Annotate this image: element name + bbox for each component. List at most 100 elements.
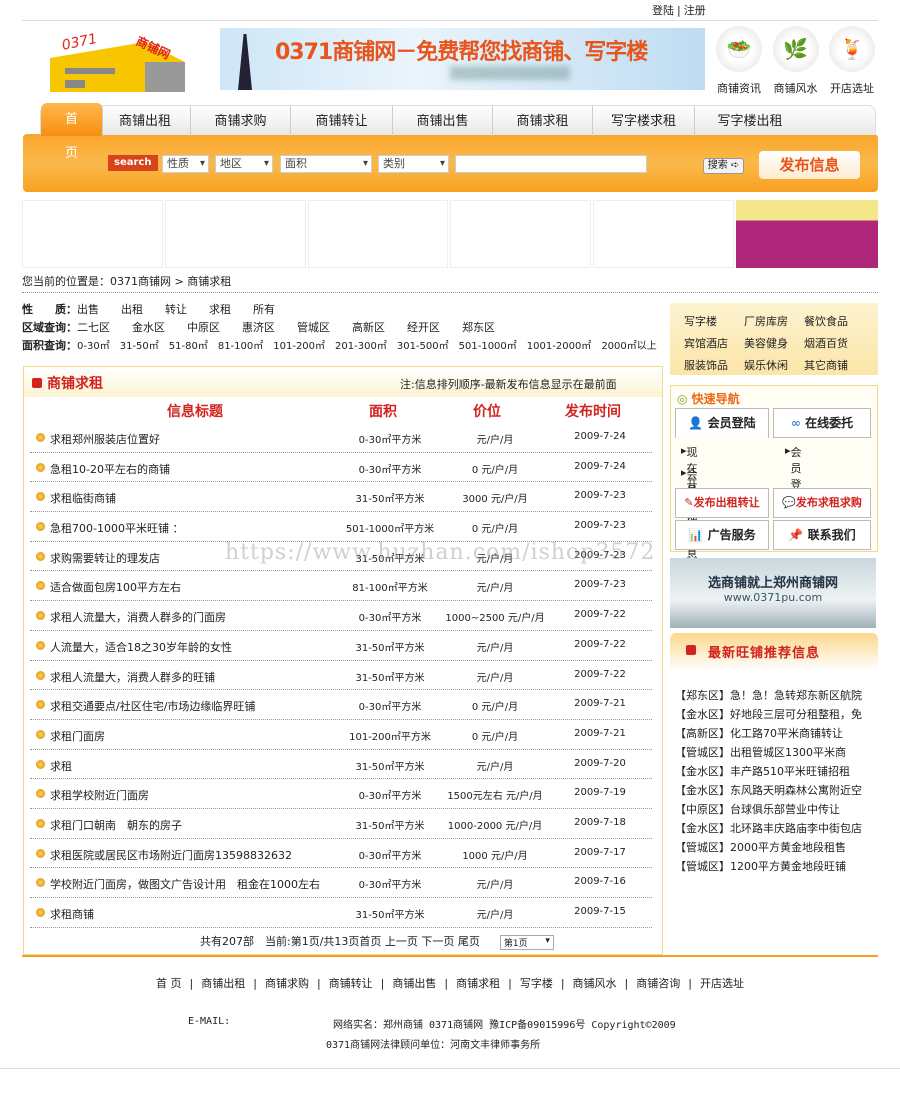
logo[interactable]: 0371 商铺网 [45, 28, 192, 92]
member-manage-link[interactable]: ▸ 会员管理信息 [681, 466, 698, 561]
ad-slot[interactable] [307, 200, 449, 268]
search-button[interactable]: 搜索 ➪ [703, 158, 744, 174]
filter-option[interactable]: 201-300㎡ [335, 341, 387, 352]
login-link[interactable]: 登陆 [652, 4, 674, 17]
row-title[interactable]: 求租学校附近门面房 [50, 787, 149, 803]
publish-seek-button[interactable]: 💬发布求租求购 [773, 488, 871, 518]
category-link[interactable]: 餐饮食品 [804, 313, 864, 331]
recommend-item[interactable]: 【管城区】1200平方黄金地段旺铺 [675, 857, 875, 876]
nav-office-rent[interactable]: 写字楼出租 [695, 106, 805, 136]
footer-link[interactable]: 商铺求租 [456, 977, 500, 990]
breadcrumb-current[interactable]: 商铺求租 [187, 275, 231, 288]
row-title[interactable]: 求租交通要点/社区住宅/市场边缘临界旺铺 [50, 698, 255, 714]
category-select[interactable]: 类别 [378, 155, 449, 173]
filter-option[interactable]: 高新区 [352, 321, 385, 334]
footer-link[interactable]: 商铺咨询 [636, 977, 680, 990]
category-link[interactable]: 服装饰品 [684, 357, 744, 375]
filter-option[interactable]: 经开区 [407, 321, 440, 334]
row-title[interactable]: 求租商铺 [50, 906, 94, 922]
row-title[interactable]: 急租10-20平左右的商铺 [50, 461, 170, 477]
filter-option[interactable]: 郑东区 [462, 321, 495, 334]
quick-icon-fengshui[interactable]: 🌿 商铺风水 [770, 26, 822, 96]
recommend-item[interactable]: 【高新区】化工路70平米商铺转让 [675, 724, 875, 743]
recommend-item[interactable]: 【管城区】2000平方黄金地段租售 [675, 838, 875, 857]
footer-link[interactable]: 首 页 [156, 977, 182, 990]
footer-link[interactable]: 写字楼 [520, 977, 553, 990]
category-link[interactable]: 宾馆酒店 [684, 335, 744, 353]
category-link[interactable]: 娱乐休闲 [744, 357, 804, 375]
pager-first[interactable]: 首页 [359, 935, 381, 948]
keyword-input[interactable] [455, 155, 647, 173]
nature-select[interactable]: 性质 [162, 155, 209, 173]
nav-office-seek[interactable]: 写字楼求租 [593, 106, 695, 136]
side-banner[interactable]: 选商铺就上郑州商铺网 www.0371pu.com [670, 558, 876, 628]
pager-last[interactable]: 尾页 [458, 935, 480, 948]
nav-home[interactable]: 首 页 [41, 103, 103, 161]
footer-link[interactable]: 商铺风水 [573, 977, 617, 990]
page-select[interactable]: 第1页 ▾ [499, 934, 554, 950]
breadcrumb-home[interactable]: 0371商铺网 [110, 275, 171, 288]
filter-option[interactable]: 惠济区 [242, 321, 275, 334]
recommend-item[interactable]: 【金水区】北环路丰庆路庙李中街包店 [675, 819, 875, 838]
row-title[interactable]: 学校附近门面房，做图文广告设计用 租金在1000左右 [50, 876, 320, 892]
ad-slot[interactable] [164, 200, 306, 268]
footer-link[interactable]: 商铺求购 [265, 977, 309, 990]
filter-option[interactable]: 81-100㎡ [218, 341, 263, 352]
category-link[interactable]: 写字楼 [684, 313, 744, 331]
online-entrust-tab[interactable]: ∞ 在线委托 [773, 408, 871, 438]
recommend-item[interactable]: 【中原区】台球俱乐部营业中传让 [675, 800, 875, 819]
footer-link[interactable]: 商铺出租 [201, 977, 245, 990]
row-title[interactable]: 求租郑州服装店位置好 [50, 431, 160, 447]
filter-option[interactable]: 金水区 [132, 321, 165, 334]
row-title[interactable]: 求租门口朝南 朝东的房子 [50, 817, 182, 833]
ad-image[interactable] [735, 200, 878, 268]
filter-option[interactable]: 出租 [121, 303, 143, 316]
filter-option[interactable]: 所有 [253, 303, 275, 316]
ad-slot[interactable] [22, 200, 163, 268]
quick-icon-location[interactable]: 🍹 开店选址 [826, 26, 878, 96]
filter-option[interactable]: 51-80㎡ [169, 341, 208, 352]
contact-button[interactable]: 📌 联系我们 [773, 520, 871, 550]
filter-option[interactable]: 转让 [165, 303, 187, 316]
row-title[interactable]: 求租人流量大，消费人群多的门面房 [50, 609, 226, 625]
region-select[interactable]: 地区 [215, 155, 273, 173]
row-title[interactable]: 适合做面包房100平方左右 [50, 579, 181, 595]
ad-slot[interactable] [593, 200, 734, 268]
row-title[interactable]: 急租700-1000平米旺铺 ： [50, 520, 183, 536]
recommend-item[interactable]: 【金水区】好地段三层可分租整租，免 [675, 705, 875, 724]
row-title[interactable]: 求租人流量大，消费人群多的旺铺 [50, 669, 215, 685]
row-title[interactable]: 求租临街商铺 [50, 490, 116, 506]
pager-prev[interactable]: 上一页 [385, 935, 418, 948]
filter-option[interactable]: 301-500㎡ [397, 341, 449, 352]
ad-slot[interactable] [450, 200, 592, 268]
filter-option[interactable]: 中原区 [187, 321, 220, 334]
recommend-item[interactable]: 【金水区】丰产路510平米旺铺招租 [675, 762, 875, 781]
publish-button[interactable]: 发布信息 [759, 151, 860, 179]
recommend-item[interactable]: 【管城区】出租管城区1300平米商 [675, 743, 875, 762]
filter-option[interactable]: 1001-2000㎡ [527, 341, 592, 352]
nav-shop-buy[interactable]: 商铺求购 [191, 106, 291, 136]
footer-link[interactable]: 开店选址 [700, 977, 744, 990]
header-banner[interactable]: 0371商铺网－免费帮您找商铺、写字楼 [220, 28, 705, 90]
filter-option[interactable]: 求租 [209, 303, 231, 316]
row-title[interactable]: 求租 [50, 758, 72, 774]
row-title[interactable]: 求租医院或居民区市场附近门面房13598832632 [50, 847, 292, 863]
filter-option[interactable]: 管城区 [297, 321, 330, 334]
register-link[interactable]: 注册 [684, 4, 706, 17]
filter-option[interactable]: 31-50㎡ [120, 341, 159, 352]
filter-option[interactable]: 二七区 [77, 321, 110, 334]
footer-link[interactable]: 商铺转让 [329, 977, 373, 990]
nav-shop-rent[interactable]: 商铺出租 [103, 106, 191, 136]
publish-rent-button[interactable]: ✎发布出租转让 [675, 488, 769, 518]
category-link[interactable]: 美容健身 [744, 335, 804, 353]
recommend-item[interactable]: 【郑东区】急！急！急转郑东新区航院 [675, 686, 875, 705]
register-link[interactable]: ▸ 现在开始注册 [681, 444, 698, 539]
nav-shop-sale[interactable]: 商铺出售 [393, 106, 493, 136]
category-link[interactable]: 烟酒百货 [804, 335, 864, 353]
row-title[interactable]: 求租门面房 [50, 728, 105, 744]
filter-option[interactable]: 101-200㎡ [273, 341, 325, 352]
category-link[interactable]: 其它商铺 [804, 357, 864, 375]
filter-option[interactable]: 501-1000㎡ [459, 341, 517, 352]
row-title[interactable]: 求购需要转让的理发店 [50, 550, 160, 566]
member-login-link[interactable]: ▸ 会员登录 [785, 444, 802, 507]
